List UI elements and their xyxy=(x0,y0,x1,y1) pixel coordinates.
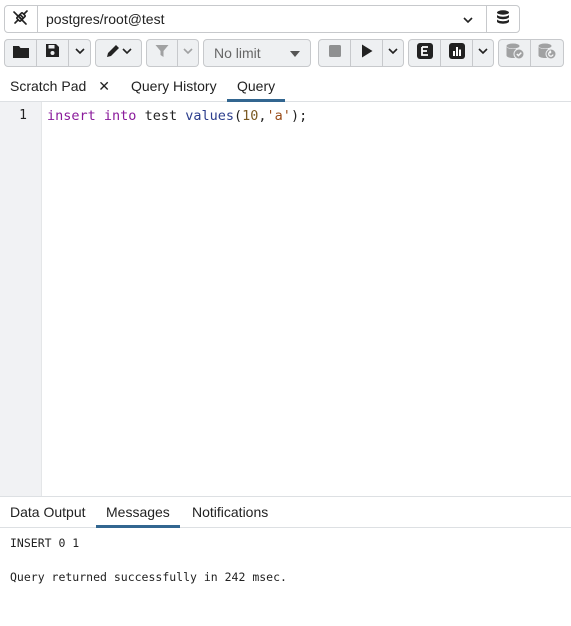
tab-label: Messages xyxy=(106,504,170,520)
code-token: 'a' xyxy=(266,108,291,124)
execute-query-button[interactable] xyxy=(351,39,383,67)
editor-tab-bar: Scratch Pad ✕ Query History Query xyxy=(0,71,571,102)
connection-bar: postgres/root@test xyxy=(4,5,520,33)
sql-editor[interactable]: 1 insert into test values(10,'a'); xyxy=(0,102,571,496)
row-limit-value: No limit xyxy=(214,45,261,61)
filter-button[interactable] xyxy=(146,39,178,67)
file-button-group xyxy=(4,39,91,67)
new-connection-button[interactable] xyxy=(486,5,520,33)
tab-scratch-pad[interactable]: Scratch Pad ✕ xyxy=(10,71,110,101)
connection-value: postgres/root@test xyxy=(46,11,165,27)
tab-label: Data Output xyxy=(10,504,86,520)
close-icon[interactable]: ✕ xyxy=(98,78,110,95)
explain-icon xyxy=(416,42,433,64)
filter-icon xyxy=(155,44,169,63)
connection-plug-icon xyxy=(12,8,30,31)
explain-options-dropdown[interactable] xyxy=(473,39,494,67)
line-number: 1 xyxy=(19,108,27,123)
play-icon xyxy=(361,44,373,63)
rollback-button[interactable] xyxy=(531,39,564,67)
edit-button-group xyxy=(95,39,142,67)
database-stack-icon xyxy=(495,9,511,30)
tab-label: Query xyxy=(237,78,276,94)
code-token: values xyxy=(185,108,234,124)
execute-options-dropdown[interactable] xyxy=(383,39,404,67)
connection-status-button[interactable] xyxy=(4,5,38,33)
explain-button-group xyxy=(408,39,494,67)
query-toolbar: No limit xyxy=(4,39,571,67)
code-token: ( xyxy=(234,108,243,124)
stop-query-button[interactable] xyxy=(318,39,351,67)
save-options-dropdown[interactable] xyxy=(69,39,91,67)
tab-messages[interactable]: Messages xyxy=(96,497,180,528)
row-limit-select[interactable]: No limit xyxy=(203,39,311,67)
pencil-icon xyxy=(104,43,134,64)
tab-data-output[interactable]: Data Output xyxy=(10,497,86,527)
folder-icon xyxy=(12,43,30,64)
save-file-button[interactable] xyxy=(37,39,69,67)
chevron-down-icon xyxy=(182,44,194,62)
code-line[interactable]: insert into test values(10,'a'); xyxy=(47,108,307,124)
tab-label: Scratch Pad xyxy=(10,78,87,94)
transaction-button-group xyxy=(498,39,564,67)
open-file-button[interactable] xyxy=(4,39,37,67)
edit-options-button[interactable] xyxy=(95,39,142,67)
message-line: Query returned successfully in 242 msec. xyxy=(10,570,287,584)
filter-options-dropdown[interactable] xyxy=(178,39,199,67)
stop-icon xyxy=(328,44,341,62)
chevron-down-icon xyxy=(462,13,474,29)
tab-label: Notifications xyxy=(192,504,269,520)
commit-button[interactable] xyxy=(498,39,531,67)
tab-notifications[interactable]: Notifications xyxy=(192,497,268,527)
output-tab-bar: Data Output Messages Notifications xyxy=(0,496,571,528)
line-number-gutter: 1 xyxy=(0,102,42,496)
tab-query[interactable]: Query xyxy=(226,71,286,102)
caret-down-icon xyxy=(290,51,300,57)
chevron-down-icon xyxy=(387,44,399,62)
rollback-icon xyxy=(537,42,557,65)
execute-button-group xyxy=(318,39,404,67)
bar-chart-icon xyxy=(448,42,465,64)
explain-button[interactable] xyxy=(408,39,441,67)
save-icon xyxy=(45,43,60,63)
explain-analyze-button[interactable] xyxy=(441,39,473,67)
filter-button-group xyxy=(146,39,199,67)
tab-label: Query History xyxy=(131,78,217,94)
code-token: test xyxy=(136,108,186,124)
chevron-down-icon xyxy=(74,44,86,62)
code-token: , xyxy=(258,108,267,124)
message-line: INSERT 0 1 xyxy=(10,536,80,550)
code-token: ); xyxy=(290,108,308,124)
chevron-down-icon xyxy=(477,44,489,62)
commit-icon xyxy=(505,42,525,65)
tab-query-history[interactable]: Query History xyxy=(131,71,217,101)
limit-group: No limit xyxy=(203,39,311,67)
code-token: 10 xyxy=(242,108,259,124)
code-token: into xyxy=(103,108,137,124)
code-token: insert xyxy=(47,108,96,124)
connection-select[interactable]: postgres/root@test xyxy=(38,5,486,33)
